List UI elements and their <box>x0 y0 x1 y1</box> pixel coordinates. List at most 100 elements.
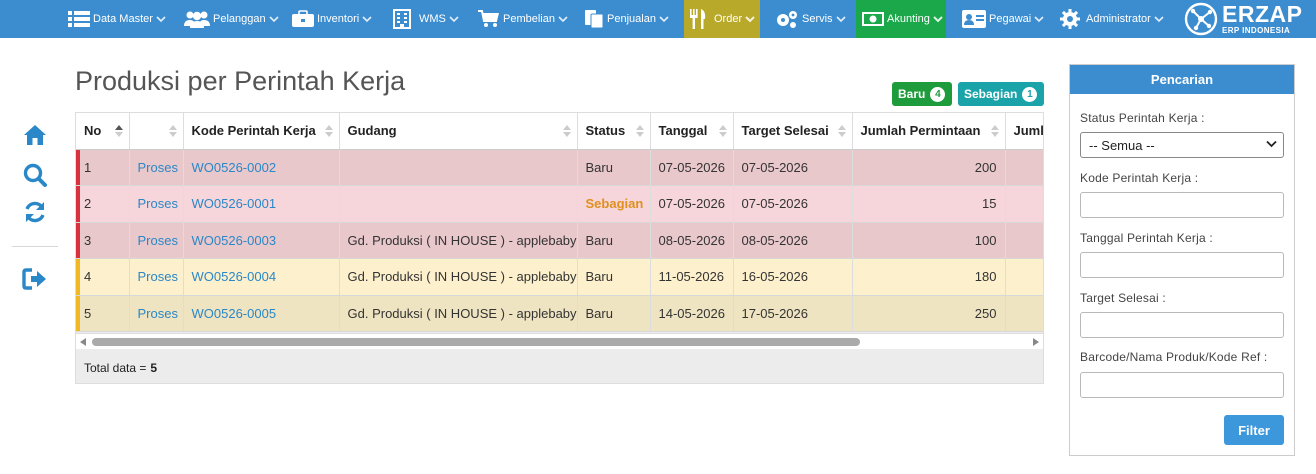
nav-pegawai[interactable]: Pegawai <box>962 0 1044 38</box>
gear-icon <box>1060 9 1080 29</box>
cell-no: 4 <box>76 258 130 296</box>
badge-count: 1 <box>1022 86 1038 102</box>
nav-administrator[interactable]: Administrator <box>1060 0 1164 38</box>
cell-tanggal: 08-05-2026 <box>650 222 734 259</box>
kode-link[interactable]: WO0526-0005 <box>183 295 340 332</box>
nav-label: WMS <box>419 13 446 25</box>
nav-pembelian[interactable]: Pembelian <box>478 0 568 38</box>
nav-data-master[interactable]: Data Master <box>68 0 166 38</box>
users-icon <box>184 11 210 28</box>
barcode-label: Barcode/Nama Produk/Kode Ref : <box>1080 350 1268 364</box>
scroll-left-icon[interactable] <box>80 338 86 346</box>
col-header-jumlah[interactable]: Jumlah <box>1005 113 1043 150</box>
cell-gudang <box>339 149 578 186</box>
chevron-down-icon <box>362 15 372 22</box>
col-header-gudang[interactable]: Gudang <box>339 113 578 150</box>
page-title: Produksi per Perintah Kerja <box>75 66 406 96</box>
cell-status: Baru <box>577 295 651 332</box>
table-row: 2 Proses WO0526-0001 Sebagian 07-05-2026… <box>76 185 1043 223</box>
proses-link[interactable]: Proses <box>129 185 184 223</box>
kode-link[interactable]: WO0526-0004 <box>183 258 340 296</box>
chevron-down-icon <box>1154 15 1164 22</box>
target-input[interactable] <box>1080 312 1284 338</box>
proses-link[interactable]: Proses <box>129 222 184 259</box>
cell-status: Baru <box>577 149 651 186</box>
cell-target: 07-05-2026 <box>733 149 853 186</box>
nav-penjualan[interactable]: Penjualan <box>584 0 669 38</box>
chevron-down-icon <box>558 15 568 22</box>
cell-tanggal: 07-05-2026 <box>650 185 734 223</box>
nav-label: Inventori <box>317 13 360 25</box>
status-select[interactable]: -- Semua -- <box>1080 132 1284 158</box>
nav-akunting[interactable]: Akunting <box>856 0 946 38</box>
col-header-no[interactable]: No <box>76 113 130 150</box>
cell-target: 08-05-2026 <box>733 222 853 259</box>
cell-no: 3 <box>76 222 130 259</box>
erzap-logo[interactable]: ERZAP ERP INDONESIA <box>1184 1 1302 37</box>
table-row: 3 Proses WO0526-0003 Gd. Produksi ( IN H… <box>76 222 1043 259</box>
badge-label: Sebagian <box>964 87 1018 101</box>
home-icon[interactable] <box>22 122 48 148</box>
cell-jumlah: 100 <box>852 222 1006 259</box>
refresh-icon[interactable] <box>22 199 48 225</box>
logout-icon[interactable] <box>22 266 48 292</box>
cell-tanggal: 07-05-2026 <box>650 149 734 186</box>
nav-inventori[interactable]: Inventori <box>292 0 372 38</box>
chevron-down-icon <box>1034 15 1044 22</box>
chevron-down-icon <box>745 15 755 22</box>
badge-label: Baru <box>898 87 926 101</box>
kode-link[interactable]: WO0526-0002 <box>183 149 340 186</box>
cell-status: Sebagian <box>577 185 651 223</box>
total-value: 5 <box>150 361 158 375</box>
col-header-target[interactable]: Target Selesai <box>733 113 853 150</box>
sidebar-divider <box>12 246 58 247</box>
cell-no: 1 <box>76 149 130 186</box>
filter-badge-sebagian[interactable]: Sebagian 1 <box>958 82 1044 106</box>
col-header-tanggal[interactable]: Tanggal <box>650 113 734 150</box>
filter-button[interactable]: Filter <box>1224 415 1284 445</box>
sort-icon <box>837 125 846 137</box>
proses-link[interactable]: Proses <box>129 295 184 332</box>
horizontal-scrollbar[interactable] <box>76 333 1043 349</box>
sort-icon <box>168 125 177 137</box>
filter-badge-baru[interactable]: Baru 4 <box>892 82 952 106</box>
scroll-right-icon[interactable] <box>1033 338 1039 346</box>
col-header-jumlah-permintaan[interactable]: Jumlah Permintaan <box>852 113 1006 150</box>
table-row: 4 Proses WO0526-0004 Gd. Produksi ( IN H… <box>76 258 1043 296</box>
proses-link[interactable]: Proses <box>129 258 184 296</box>
barcode-input[interactable] <box>1080 372 1284 398</box>
scrollbar-thumb[interactable] <box>92 338 860 346</box>
cell-target: 16-05-2026 <box>733 258 853 296</box>
kode-link[interactable]: WO0526-0003 <box>183 222 340 259</box>
nav-label: Servis <box>802 13 833 25</box>
logo-title: ERZAP <box>1222 1 1303 27</box>
kode-label: Kode Perintah Kerja : <box>1080 171 1199 185</box>
work-order-table-container: No Kode Perintah Kerja Gudang Status Tan… <box>75 112 1044 384</box>
col-header-action[interactable] <box>129 113 184 150</box>
gears-icon <box>777 11 797 28</box>
proses-link[interactable]: Proses <box>129 149 184 186</box>
utensils-icon <box>690 9 706 29</box>
cell-empty <box>1005 258 1043 296</box>
nav-servis[interactable]: Servis <box>775 0 846 38</box>
tanggal-input[interactable] <box>1080 252 1284 278</box>
cell-gudang: Gd. Produksi ( IN HOUSE ) - applebaby <box>339 222 578 259</box>
nav-pelanggan[interactable]: Pelanggan <box>184 0 279 38</box>
search-icon[interactable] <box>22 162 48 188</box>
status-label: Status Perintah Kerja : <box>1080 111 1205 125</box>
col-header-status[interactable]: Status <box>577 113 651 150</box>
total-label: Total data = <box>84 361 147 375</box>
nav-order[interactable]: Order <box>684 0 760 38</box>
chevron-down-icon <box>835 15 846 22</box>
nav-wms[interactable]: WMS <box>393 0 459 38</box>
col-header-kode[interactable]: Kode Perintah Kerja <box>183 113 340 150</box>
cell-empty <box>1005 295 1043 332</box>
cell-target: 07-05-2026 <box>733 185 853 223</box>
kode-link[interactable]: WO0526-0001 <box>183 185 340 223</box>
table-header-row: No Kode Perintah Kerja Gudang Status Tan… <box>76 113 1043 150</box>
table-row: 5 Proses WO0526-0005 Gd. Produksi ( IN H… <box>76 295 1043 332</box>
chevron-down-icon <box>933 15 943 22</box>
cell-gudang: Gd. Produksi ( IN HOUSE ) - applebaby <box>339 295 578 332</box>
cell-empty <box>1005 149 1043 186</box>
kode-input[interactable] <box>1080 192 1284 218</box>
